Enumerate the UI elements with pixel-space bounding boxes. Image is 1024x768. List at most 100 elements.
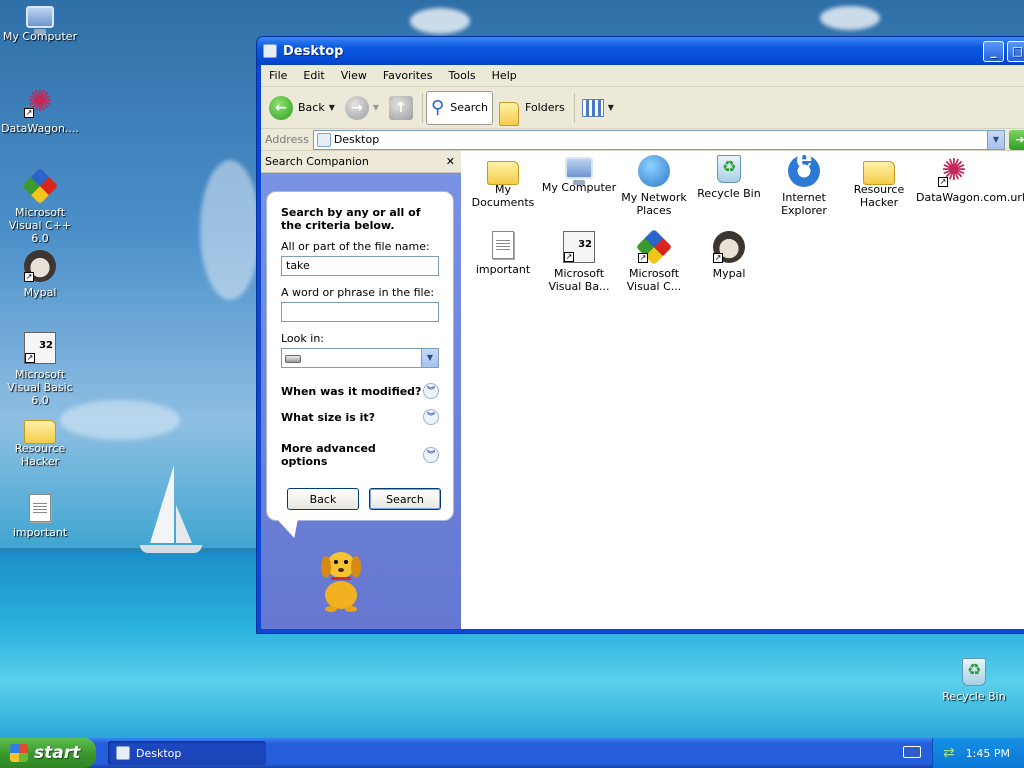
window-body: File Edit View Favorites Tools Help ← Ba… [261, 65, 1024, 629]
cloud [410, 8, 470, 34]
size-label: What size is it? [281, 410, 376, 424]
recycle-bin-icon [717, 155, 741, 183]
taskbar-item-desktop[interactable]: Desktop [108, 741, 266, 765]
clock[interactable]: 1:45 PM [966, 747, 1010, 760]
keyboard-icon[interactable] [903, 746, 921, 758]
back-label: Back [298, 101, 325, 114]
address-label: Address [265, 133, 309, 146]
file-item-my-documents[interactable]: My Documents [465, 155, 541, 209]
file-name-input[interactable]: take [281, 256, 439, 276]
expand-chevron-icon[interactable]: ︾ [423, 383, 439, 399]
menu-favorites[interactable]: Favorites [375, 69, 441, 82]
file-item-recycle-bin[interactable]: Recycle Bin [691, 155, 767, 200]
file-item-internet-explorer[interactable]: Internet Explorer [766, 153, 842, 217]
chevron-down-icon[interactable]: ▼ [421, 349, 438, 367]
visual-basic-icon: ↗ [24, 332, 56, 364]
menu-file[interactable]: File [261, 69, 295, 82]
desktop-icon-label: important [12, 526, 68, 539]
cloud [200, 160, 260, 300]
phrase-input[interactable] [281, 302, 439, 322]
text-document-icon [29, 494, 51, 522]
desktop-icon-important[interactable]: important [0, 494, 80, 539]
visual-basic-icon: ↗ [563, 231, 595, 263]
toolbar-separator [573, 92, 575, 123]
network-icon[interactable]: ⇄ [943, 745, 955, 761]
desktop-icon-my-computer[interactable]: My Computer [0, 4, 80, 43]
internet-explorer-icon [788, 153, 820, 187]
views-button[interactable]: ▼ [578, 91, 618, 125]
menu-help[interactable]: Help [484, 69, 525, 82]
search-dog-icon [321, 552, 361, 612]
file-label: My Network Places [621, 191, 687, 217]
forward-button[interactable]: → ▼ [341, 91, 383, 125]
sailboat-jib [176, 505, 192, 543]
forward-arrow-icon: → [344, 95, 369, 120]
file-label: Internet Explorer [781, 191, 827, 217]
desktop-icon-datawagon[interactable]: ✺ ↗ DataWagon.... [0, 84, 80, 136]
views-icon [581, 98, 604, 117]
file-label: Microsoft Visual Ba... [548, 267, 610, 293]
look-in-label: Look in: [281, 332, 324, 345]
datawagon-icon: ✺ ↗ [24, 84, 53, 119]
file-item-my-computer[interactable]: My Computer [541, 155, 617, 194]
advanced-expander[interactable]: More advanced options ︾ [281, 442, 439, 468]
address-dropdown-icon[interactable]: ▼ [987, 130, 1004, 149]
back-button[interactable]: ← Back ▼ [265, 91, 339, 125]
file-item-visual-cpp[interactable]: ↗ Microsoft Visual C... [616, 228, 692, 293]
file-label: Mypal [712, 267, 746, 280]
file-item-mypal[interactable]: ↗ Mypal [691, 231, 767, 280]
start-button[interactable]: start [0, 738, 96, 768]
up-button[interactable]: ↑ [385, 91, 417, 125]
forward-dropdown-icon[interactable]: ▼ [373, 103, 379, 112]
look-in-select[interactable]: ▼ [281, 348, 439, 368]
content-area: Search Companion ✕ Search by any or all … [261, 151, 1024, 629]
toolbar: ← Back ▼ → ▼ ↑ ⚲ Search Folders ▼ [261, 87, 1024, 129]
datawagon-icon: ✺ ↗ [938, 153, 967, 188]
explorer-window[interactable]: Desktop _ □ File Edit View Favorites Too… [256, 36, 1024, 634]
minimize-button[interactable]: _ [983, 41, 1004, 62]
menu-view[interactable]: View [333, 69, 375, 82]
expand-chevron-icon[interactable]: ︾ [423, 447, 439, 463]
file-label: important [475, 263, 531, 276]
visual-cpp-icon [21, 167, 59, 205]
file-item-network-places[interactable]: My Network Places [616, 155, 692, 217]
folder-icon [863, 161, 895, 185]
desktop-icon-mypal[interactable]: ↗ Mypal [0, 250, 80, 299]
visual-cpp-icon: ↗ [635, 228, 673, 266]
go-button[interactable]: ➜ [1009, 129, 1024, 150]
search-button[interactable]: ⚲ Search [426, 90, 494, 125]
folders-button[interactable]: Folders [495, 91, 569, 126]
file-item-resource-hacker[interactable]: Resource Hacker [841, 155, 917, 209]
file-item-important[interactable]: important [465, 231, 541, 276]
search-icon: ⚲ [431, 97, 445, 118]
menu-edit[interactable]: Edit [295, 69, 332, 82]
toolbar-separator [422, 92, 424, 123]
desktop-icon-resource-hacker[interactable]: Resource Hacker [0, 414, 80, 468]
expand-chevron-icon[interactable]: ︾ [423, 409, 439, 425]
desktop-icon-visual-basic[interactable]: ↗ Microsoft Visual Basic 6.0 [0, 332, 80, 407]
folders-icon [499, 101, 520, 126]
companion-search-button[interactable]: Search [369, 488, 441, 510]
maximize-button[interactable]: □ [1007, 41, 1024, 62]
network-places-icon [638, 155, 670, 187]
size-expander[interactable]: What size is it? ︾ [281, 408, 439, 426]
file-item-datawagon[interactable]: ✺ ↗ DataWagon.com.url [916, 153, 1024, 205]
address-bar: Address Desktop ▼ ➜ [261, 129, 1024, 151]
menu-tools[interactable]: Tools [441, 69, 484, 82]
folder-icon [24, 420, 56, 444]
desktop-icon-recycle-bin[interactable]: Recycle Bin [934, 658, 1014, 703]
search-intro: Search by any or all of the criteria bel… [281, 206, 421, 232]
window-titlebar[interactable]: Desktop _ □ [257, 37, 1024, 65]
my-computer-icon [26, 6, 54, 34]
sailboat-hull [140, 545, 202, 553]
modified-expander[interactable]: When was it modified? ︾ [281, 382, 439, 400]
address-field[interactable]: Desktop ▼ [312, 129, 1005, 150]
close-icon[interactable]: ✕ [446, 155, 455, 168]
modified-label: When was it modified? [281, 384, 422, 398]
file-item-visual-basic[interactable]: ↗ Microsoft Visual Ba... [541, 231, 617, 293]
back-dropdown-icon[interactable]: ▼ [329, 103, 335, 112]
search-companion-header: Search Companion ✕ [261, 151, 461, 173]
desktop-icon-visual-cpp[interactable]: Microsoft Visual C++ 6.0 [0, 167, 80, 245]
taskbar: start Desktop ⇄ 1:45 PM [0, 738, 1024, 768]
companion-back-button[interactable]: Back [287, 488, 359, 510]
